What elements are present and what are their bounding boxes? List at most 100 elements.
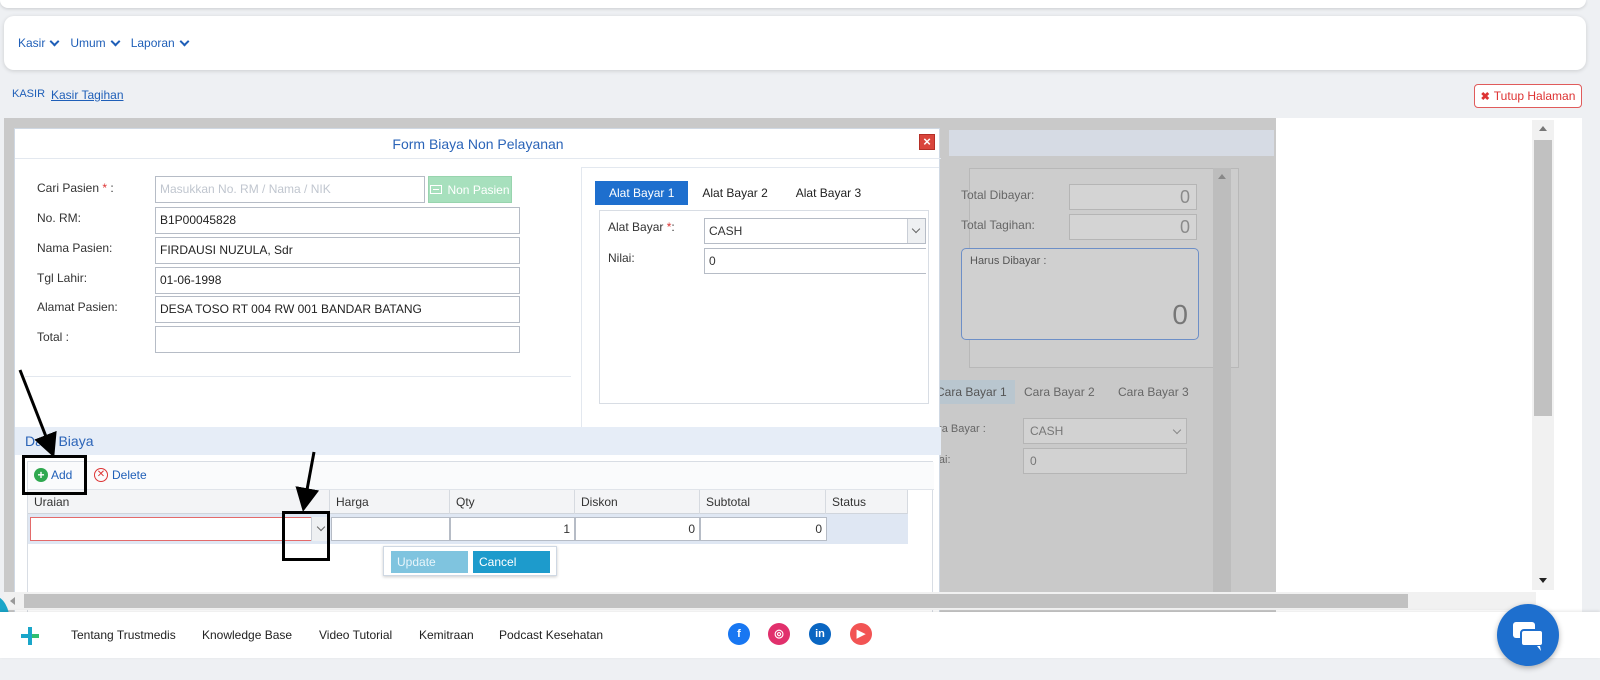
- page-content: Total Dibayar: 0 Total Tagihan: 0 Harus …: [4, 118, 1582, 616]
- non-pasien-label: Non Pasien: [447, 182, 510, 197]
- cari-pasien-input[interactable]: Masukkan No. RM / Nama / NIK: [155, 176, 425, 203]
- nilai-input-bg[interactable]: 0: [1023, 448, 1187, 474]
- close-page-button[interactable]: ✖ Tutup Halaman: [1474, 84, 1582, 108]
- vertical-scrollbar[interactable]: [1532, 120, 1554, 590]
- tgl-lahir-field[interactable]: 01-06-1998: [155, 267, 520, 294]
- column-harga[interactable]: Harga: [330, 490, 450, 514]
- no-rm-field[interactable]: B1P00045828: [155, 207, 520, 234]
- cancel-button[interactable]: Cancel: [473, 551, 550, 573]
- chevron-down-icon: [179, 36, 190, 46]
- delete-button[interactable]: ✕ Delete: [94, 468, 147, 482]
- nama-pasien-label: Nama Pasien:: [37, 241, 113, 255]
- scroll-thumb[interactable]: [1534, 140, 1552, 416]
- harga-input[interactable]: [331, 517, 450, 541]
- chevron-down-icon: [1172, 425, 1182, 435]
- nav-umum[interactable]: Umum: [70, 36, 121, 50]
- total-label: Total :: [37, 330, 70, 344]
- column-status[interactable]: Status: [826, 490, 908, 514]
- nav-umum-label: Umum: [70, 36, 106, 50]
- delete-icon: ✕: [94, 468, 108, 482]
- top-bar: [0, 0, 1586, 8]
- tab-cara-bayar-3[interactable]: Cara Bayar 3: [1118, 380, 1189, 404]
- cara-bayar-select[interactable]: CASH: [1023, 418, 1187, 444]
- nilai-label: Nilai:: [608, 251, 635, 265]
- id-card-icon: [430, 185, 443, 194]
- column-subtotal[interactable]: Subtotal: [700, 490, 826, 514]
- tab-alat-bayar-1[interactable]: Alat Bayar 1: [595, 181, 689, 205]
- nav-kasir[interactable]: Kasir: [18, 36, 60, 50]
- alat-bayar-label: Alat Bayar *:: [608, 220, 675, 234]
- qty-input[interactable]: 1: [450, 517, 575, 541]
- total-dibayar-label: Total Dibayar:: [961, 188, 1035, 202]
- alat-bayar-select[interactable]: CASH: [704, 218, 926, 244]
- row-editor: Update Cancel: [383, 546, 557, 576]
- alat-bayar-text: Alat Bayar: [608, 220, 664, 234]
- horizontal-scrollbar[interactable]: [4, 592, 1536, 610]
- nav-kasir-label: Kasir: [18, 36, 46, 50]
- chat-icon: [1513, 622, 1544, 651]
- tab-cara-bayar-2[interactable]: Cara Bayar 2: [1024, 380, 1095, 404]
- tab-alat-bayar-2[interactable]: Alat Bayar 2: [688, 181, 781, 205]
- trustmedis-logo-icon: [21, 627, 39, 645]
- scroll-thumb-horizontal[interactable]: [24, 594, 1408, 608]
- non-pasien-button[interactable]: Non Pasien: [428, 176, 512, 203]
- delete-label: Delete: [112, 468, 147, 482]
- tab-alat-bayar-3[interactable]: Alat Bayar 3: [782, 181, 875, 205]
- nav-laporan[interactable]: Laporan: [130, 36, 190, 50]
- modal-title: Form Biaya Non Pelayanan: [15, 129, 941, 159]
- scroll-up-icon[interactable]: [1539, 126, 1547, 131]
- column-diskon[interactable]: Diskon: [575, 490, 700, 514]
- column-qty[interactable]: Qty: [450, 490, 575, 514]
- footer-link-knowledge[interactable]: Knowledge Base: [202, 628, 292, 642]
- alat-bayar-tabs: Alat Bayar 1 Alat Bayar 2 Alat Bayar 3: [595, 181, 875, 205]
- grid-toolbar: + Add ✕ Delete: [28, 462, 934, 490]
- modal-close-icon[interactable]: ×: [919, 134, 935, 150]
- close-icon: ✖: [1480, 90, 1490, 103]
- facebook-icon[interactable]: f: [728, 623, 750, 645]
- main-navbar: Kasir Umum Laporan: [4, 16, 1586, 70]
- footer-link-tentang[interactable]: Tentang Trustmedis: [71, 628, 176, 642]
- nilai-input[interactable]: 0: [704, 248, 926, 274]
- harus-dibayar-label: Harus Dibayar :: [970, 255, 1047, 267]
- total-tagihan-value: 0: [1069, 214, 1197, 240]
- chevron-down-icon: [49, 36, 60, 46]
- instagram-icon[interactable]: ◎: [768, 623, 790, 645]
- breadcrumb: KASIR Kasir Tagihan ✖ Tutup Halaman: [0, 78, 1586, 112]
- chevron-down-icon[interactable]: [907, 219, 925, 243]
- youtube-icon[interactable]: ▶: [850, 623, 872, 645]
- footer-link-video[interactable]: Video Tutorial: [319, 628, 392, 642]
- alat-bayar-value: CASH: [709, 224, 743, 238]
- nama-pasien-field[interactable]: FIRDAUSI NUZULA, Sdr: [155, 237, 520, 264]
- nav-laporan-label: Laporan: [130, 36, 175, 50]
- scroll-up-icon: [1218, 174, 1226, 179]
- scroll-down-icon[interactable]: [1539, 578, 1547, 583]
- footer-link-kemitraan[interactable]: Kemitraan: [419, 628, 474, 642]
- harus-dibayar-box: Harus Dibayar : 0: [961, 248, 1199, 340]
- total-tagihan-label: Total Tagihan:: [961, 218, 1035, 232]
- linkedin-icon[interactable]: in: [809, 623, 831, 645]
- chevron-down-icon: [110, 36, 121, 46]
- alamat-field[interactable]: DESA TOSO RT 004 RW 001 BANDAR BATANG: [155, 296, 520, 323]
- no-rm-label: No. RM:: [37, 211, 82, 225]
- breadcrumb-root[interactable]: KASIR: [12, 88, 45, 100]
- scroll-left-icon[interactable]: [10, 597, 15, 605]
- tab-cara-bayar-1[interactable]: Cara Bayar 1: [928, 380, 1015, 404]
- total-field[interactable]: [155, 326, 520, 353]
- payment-section: Alat Bayar 1 Alat Bayar 2 Alat Bayar 3 A…: [581, 167, 939, 431]
- footer-link-podcast[interactable]: Podcast Kesehatan: [499, 628, 603, 642]
- patient-info-section: Cari Pasien * : Masukkan No. RM / Nama /…: [25, 167, 571, 377]
- subtotal-input[interactable]: 0: [700, 517, 827, 541]
- diskon-input[interactable]: 0: [575, 517, 700, 541]
- close-page-label: Tutup Halaman: [1493, 89, 1576, 103]
- harus-dibayar-value: 0: [1172, 299, 1188, 330]
- update-button[interactable]: Update: [391, 551, 468, 573]
- cari-pasien-label: Cari Pasien * :: [37, 181, 114, 195]
- tgl-lahir-label: Tgl Lahir:: [37, 271, 88, 285]
- footer: Tentang Trustmedis Knowledge Base Video …: [0, 612, 1600, 658]
- alamat-label: Alamat Pasien:: [37, 300, 118, 314]
- total-dibayar-value: 0: [1069, 184, 1197, 210]
- breadcrumb-current[interactable]: Kasir Tagihan: [51, 88, 124, 102]
- background-panel-header: [949, 130, 1274, 156]
- alat-bayar-panel: Alat Bayar *: CASH Nilai: 0: [599, 210, 929, 404]
- chat-button[interactable]: [1497, 604, 1559, 666]
